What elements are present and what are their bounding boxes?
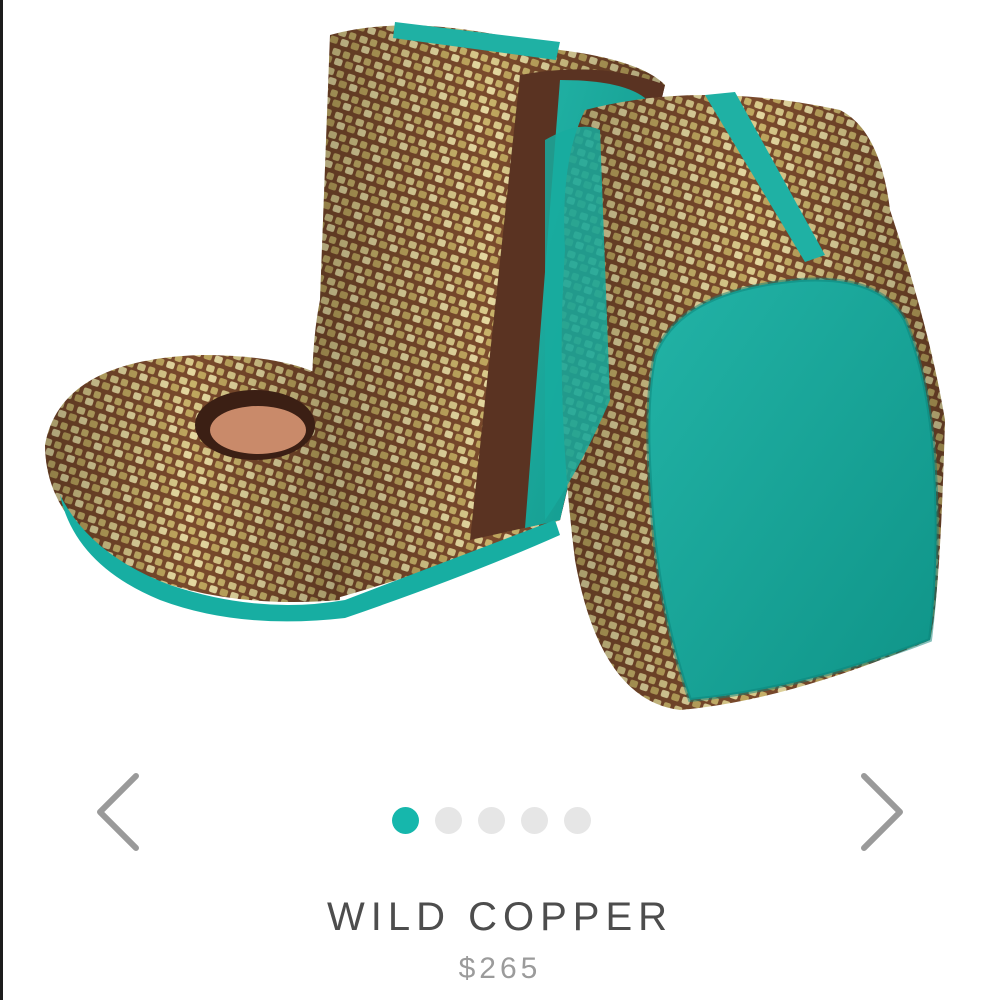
carousel-pagination: [392, 806, 591, 834]
carousel-dot-1[interactable]: [392, 806, 419, 834]
carousel-dot-2[interactable]: [435, 806, 462, 834]
carousel-prev-button[interactable]: [90, 770, 150, 854]
chevron-right-icon: [861, 773, 903, 851]
product-screen: WILD COPPER $265: [0, 0, 1000, 1000]
product-title: WILD COPPER: [326, 895, 674, 939]
carousel-dot-5[interactable]: [564, 806, 591, 834]
product-price: $265: [458, 952, 542, 985]
carousel-next-button[interactable]: [850, 770, 910, 854]
carousel-dot-4[interactable]: [521, 806, 548, 834]
chevron-left-icon: [97, 773, 139, 851]
carousel-dot-3[interactable]: [478, 806, 505, 834]
product-image[interactable]: [0, 0, 1000, 760]
